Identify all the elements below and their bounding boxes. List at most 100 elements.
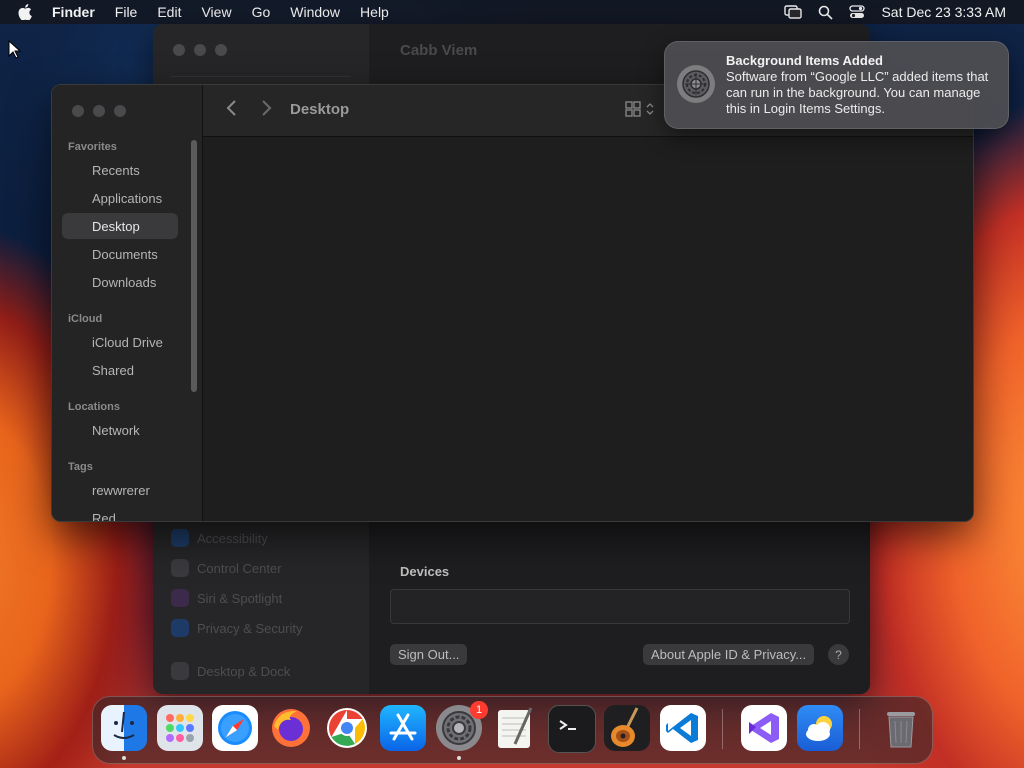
control-center-icon[interactable] [849,5,866,19]
sidebar-item-tag-red[interactable]: Red [62,505,178,522]
notification-banner[interactable]: Background Items Added Software from “Go… [664,41,1009,129]
zoom-button[interactable] [114,105,126,117]
sidebar-item-label: rewwrerer [92,482,150,498]
menu-help[interactable]: Help [360,4,389,20]
close-button[interactable] [72,105,84,117]
control-center-icon [171,559,189,577]
forward-chevron-icon[interactable] [261,98,273,123]
sidebar-item-label: iCloud Drive [92,334,163,350]
close-button[interactable] [173,44,185,56]
applications-icon [70,191,86,205]
minimize-button[interactable] [194,44,206,56]
sidebar-item-label: Applications [92,190,163,206]
textedit-icon [498,707,533,748]
dock-system-settings[interactable]: 1 [436,701,488,751]
dock-separator [722,709,723,749]
privacy-icon [171,619,189,637]
dock-vscode[interactable] [660,705,706,751]
finder-icon [113,711,135,739]
dock-visual-studio[interactable] [741,705,787,751]
system-settings-gear-icon [677,65,715,103]
dock-launchpad[interactable] [157,705,203,751]
dock: 1 [92,696,933,764]
screen-mirroring-icon[interactable] [784,5,803,19]
notification-title: Background Items Added [726,53,883,68]
finder-window-controls [72,105,126,117]
sidebar-item-label: Network [92,422,140,438]
dock-terminal[interactable] [548,705,596,753]
view-mode-icon[interactable] [625,101,655,117]
dock-weather[interactable] [797,705,843,751]
settings-item-label: Desktop & Dock [197,663,291,679]
devices-list [390,589,850,624]
sidebar-item-shared[interactable]: Shared [62,357,178,383]
zoom-button[interactable] [215,44,227,56]
finder-window: Favorites Recents Applications Desktop D… [51,84,974,522]
sidebar-item-icloud-drive[interactable]: iCloud Drive [62,329,178,355]
firefox-icon [272,709,310,747]
settings-item-siri[interactable]: Siri & Spotlight [171,587,282,609]
sidebar-divider [171,76,351,77]
apple-menu-icon[interactable] [18,4,34,20]
sidebar-scrollbar[interactable] [191,140,197,392]
visual-studio-icon [749,713,779,743]
settings-item-label: Privacy & Security [197,620,303,636]
settings-item-label: Control Center [197,560,282,576]
sidebar-item-recents[interactable]: Recents [62,157,178,183]
tag-icon [70,483,86,497]
sidebar-item-tag-rewwrerer[interactable]: rewwrerer [62,477,178,503]
dock-trash[interactable] [878,705,924,751]
dock-separator [859,709,860,749]
menu-go[interactable]: Go [252,4,271,20]
menu-edit[interactable]: Edit [157,4,181,20]
vscode-icon [666,713,698,743]
menu-bar: Finder File Edit View Go Window Help Sat… [0,0,1024,24]
weather-icon [806,716,832,741]
dock-chrome[interactable] [324,705,370,751]
settings-item-label: Siri & Spotlight [197,590,283,606]
sign-out-button[interactable]: Sign Out... [390,644,468,665]
icloud-drive-icon [70,335,86,349]
menu-app-name[interactable]: Finder [52,4,95,20]
finder-content-area[interactable] [203,137,973,521]
help-button[interactable]: ? [828,644,849,665]
sidebar-item-desktop[interactable]: Desktop [62,213,178,239]
devices-heading: Devices [400,564,450,579]
menu-view[interactable]: View [201,4,231,20]
sidebar-item-network[interactable]: Network [62,417,178,443]
settings-item-privacy[interactable]: Privacy & Security [171,617,302,639]
minimize-button[interactable] [93,105,105,117]
settings-item-accessibility[interactable]: Accessibility [171,527,268,549]
settings-item-control-center[interactable]: Control Center [171,557,282,579]
dock-textedit[interactable] [492,705,538,751]
settings-window-title: Cabb Viem [400,42,478,59]
sidebar-section-locations: Locations [68,401,120,413]
chrome-icon [327,708,367,748]
search-icon[interactable] [818,5,834,20]
dock-garageband[interactable] [604,705,650,751]
sidebar-item-label: Shared [92,362,134,378]
menu-file[interactable]: File [115,4,138,20]
sidebar-item-applications[interactable]: Applications [62,185,178,211]
sidebar-item-downloads[interactable]: Downloads [62,269,178,295]
sidebar-item-documents[interactable]: Documents [62,241,178,267]
shared-folder-icon [70,363,86,377]
settings-window-controls [173,44,227,56]
desktop-icon [70,219,86,233]
back-chevron-icon[interactable] [225,98,237,123]
finder-window-title: Desktop [290,101,350,118]
settings-item-desktop-dock[interactable]: Desktop & Dock [171,660,290,682]
dock-finder[interactable] [101,705,147,751]
menu-window[interactable]: Window [290,4,340,20]
about-apple-id-privacy-button[interactable]: About Apple ID & Privacy... [643,644,815,665]
safari-icon [218,711,252,745]
terminal-icon [559,720,576,730]
sidebar-section-tags: Tags [68,461,93,473]
launchpad-icon [166,714,194,742]
running-indicator [122,756,126,760]
dock-firefox[interactable] [268,705,314,751]
menubar-clock[interactable]: Sat Dec 23 3:33 AM [881,4,1006,20]
sidebar-item-label: Downloads [92,274,157,290]
dock-app-store[interactable] [380,705,426,751]
dock-safari[interactable] [212,705,258,751]
